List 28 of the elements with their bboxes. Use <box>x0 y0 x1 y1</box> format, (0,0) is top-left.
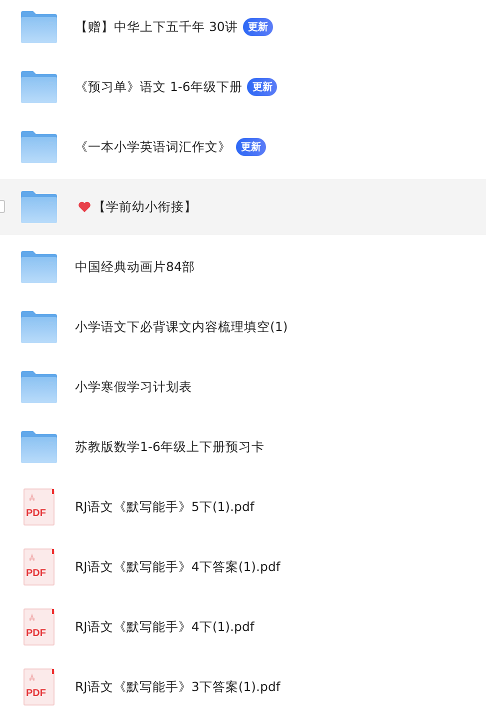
pdf-file-icon: PDF <box>23 548 55 586</box>
file-name[interactable]: 小学寒假学习计划表 <box>75 378 192 396</box>
file-name[interactable]: 《一本小学英语词汇作文》 <box>75 138 231 156</box>
file-name[interactable]: RJ语文《默写能手》4下(1).pdf <box>75 618 254 636</box>
file-name[interactable]: 小学语文下必背课文内容梳理填空(1) <box>75 318 288 336</box>
file-name[interactable]: 【赠】中华上下五千年 30讲 <box>75 18 238 36</box>
folder-icon <box>21 11 57 43</box>
file-name[interactable]: 《预习单》语文 1-6年级下册 <box>75 78 242 96</box>
update-badge: 更新 <box>236 138 266 156</box>
folder-icon <box>21 431 57 463</box>
update-badge: 更新 <box>242 18 273 36</box>
folder-icon <box>21 251 57 283</box>
pdf-file-icon: PDF <box>23 608 55 646</box>
file-row[interactable]: 【学前幼小衔接】 <box>0 179 486 235</box>
file-name[interactable]: RJ语文《默写能手》4下答案(1).pdf <box>75 558 280 576</box>
file-name[interactable]: RJ语文《默写能手》3下答案(1).pdf <box>75 678 280 696</box>
file-name[interactable]: 中国经典动画片84部 <box>75 258 195 276</box>
file-name[interactable]: 苏教版数学1-6年级上下册预习卡 <box>75 438 264 456</box>
folder-icon <box>21 131 57 163</box>
folder-icon <box>21 311 57 343</box>
file-name[interactable]: RJ语文《默写能手》5下(1).pdf <box>75 498 254 516</box>
file-name[interactable]: 【学前幼小衔接】 <box>93 198 197 216</box>
folder-icon <box>21 191 57 223</box>
pdf-file-icon: PDF <box>23 668 55 706</box>
folder-icon <box>21 71 57 103</box>
update-badge: 更新 <box>247 78 278 96</box>
pdf-file-icon: PDF <box>23 488 55 526</box>
folder-icon <box>21 371 57 403</box>
